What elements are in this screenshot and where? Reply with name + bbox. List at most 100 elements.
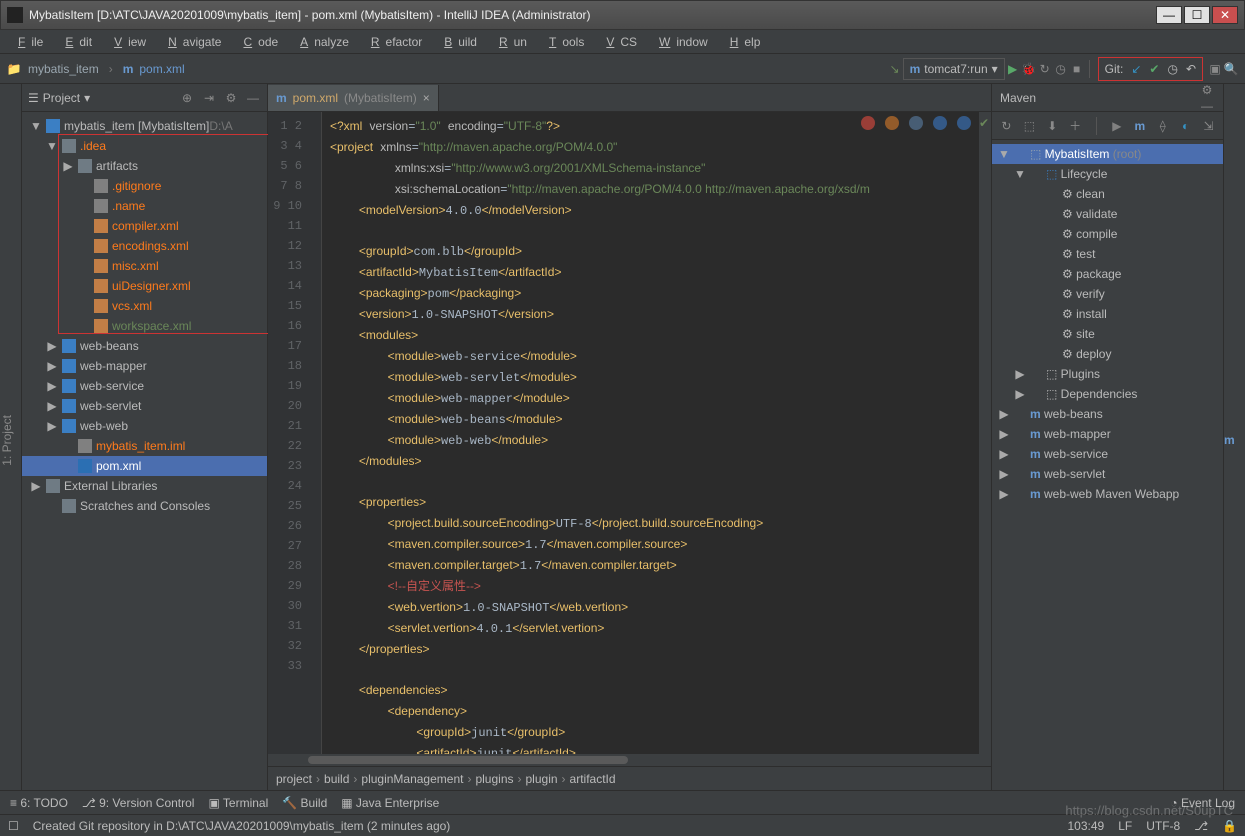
tree-node-vcs-xml[interactable]: vcs.xml	[22, 296, 267, 316]
gear-icon[interactable]: ⚙	[1199, 82, 1215, 98]
tree-node-web-web[interactable]: ▶web-web	[22, 416, 267, 436]
project-tree[interactable]: ▼mybatis_item [MybatisItem] D:\A▼.idea▶a…	[22, 112, 267, 790]
maven-node--span-style-color-699ad1-font-weight-bold-m-span-web-service[interactable]: ▶m web-service	[992, 444, 1223, 464]
event-log-tab[interactable]: ◔ Event Log	[1170, 796, 1235, 810]
build-icon[interactable]: ↘	[887, 61, 903, 77]
run-icon[interactable]: ▶	[1005, 61, 1021, 77]
tree-node-web-beans[interactable]: ▶web-beans	[22, 336, 267, 356]
chrome-icon[interactable]	[861, 116, 875, 130]
tree-node-web-service[interactable]: ▶web-service	[22, 376, 267, 396]
generate-icon[interactable]: ⬚	[1023, 118, 1036, 134]
menu-help[interactable]: Help	[718, 33, 767, 51]
project-structure-icon[interactable]: ▣	[1207, 61, 1223, 77]
toggle-icon[interactable]: ⟠	[1156, 118, 1169, 134]
maven-node--span-style-color-699ad1-font-weight-bold-m-span-web-mapper[interactable]: ▶m web-mapper	[992, 424, 1223, 444]
status-icon[interactable]: ☐	[8, 819, 19, 833]
edge-icon[interactable]	[957, 116, 971, 130]
line-separator[interactable]: LF	[1118, 819, 1132, 833]
maximize-button[interactable]: ☐	[1184, 6, 1210, 24]
build-tab[interactable]: 🔨 Build	[282, 796, 327, 810]
menu-view[interactable]: View	[102, 33, 152, 51]
horizontal-scrollbar[interactable]	[268, 754, 991, 766]
git-history-icon[interactable]: ◷	[1167, 62, 1177, 76]
stop-icon[interactable]: ■	[1069, 61, 1085, 77]
fold-gutter[interactable]	[308, 112, 322, 754]
maven-node--span-style-color-699ad1-font-weight-bold-m-span-web-servlet[interactable]: ▶m web-servlet	[992, 464, 1223, 484]
maven-node--compile[interactable]: ⚙ compile	[992, 224, 1223, 244]
caret-position[interactable]: 103:49	[1068, 819, 1105, 833]
menu-vcs[interactable]: VCS	[594, 33, 643, 51]
maven-node--test[interactable]: ⚙ test	[992, 244, 1223, 264]
maven-node--install[interactable]: ⚙ install	[992, 304, 1223, 324]
git-update-icon[interactable]: ↙	[1131, 62, 1141, 76]
menu-file[interactable]: File	[6, 33, 49, 51]
menu-tools[interactable]: Tools	[537, 33, 590, 51]
terminal-tab[interactable]: ▣ Terminal	[208, 796, 268, 810]
menu-code[interactable]: Code	[231, 33, 284, 51]
chevron-down-icon[interactable]: ▾	[84, 91, 90, 105]
maven-node--span-style-color-699ad1-font-weight-bold-m-span-web-beans[interactable]: ▶m web-beans	[992, 404, 1223, 424]
tree-node--name[interactable]: .name	[22, 196, 267, 216]
tree-node-web-mapper[interactable]: ▶web-mapper	[22, 356, 267, 376]
git-revert-icon[interactable]: ↶	[1186, 62, 1196, 76]
tree-node-mybatis-item[interactable]: ▼mybatis_item [MybatisItem] D:\A	[22, 116, 267, 136]
maven-node--dependencies[interactable]: ▶⬚ Dependencies	[992, 384, 1223, 404]
crumb-plugins[interactable]: plugins	[475, 772, 513, 786]
code-area[interactable]: 1 2 3 4 5 6 7 8 9 10 11 12 13 14 15 16 1…	[268, 112, 991, 754]
collapse-icon[interactable]: ⇥	[201, 90, 217, 106]
menu-build[interactable]: Build	[432, 33, 483, 51]
maven-node--validate[interactable]: ⚙ validate	[992, 204, 1223, 224]
add-icon[interactable]: ＋	[1069, 118, 1082, 134]
m-icon[interactable]: m	[1133, 118, 1146, 134]
tree-node--gitignore[interactable]: .gitignore	[22, 176, 267, 196]
menu-analyze[interactable]: Analyze	[288, 33, 355, 51]
coverage-icon[interactable]: ↻	[1037, 61, 1053, 77]
todo-tab[interactable]: ≡ 6: TODO	[10, 796, 68, 810]
crumb-project[interactable]: project	[276, 772, 312, 786]
close-button[interactable]: ✕	[1212, 6, 1238, 24]
run-icon[interactable]: ▶	[1110, 118, 1123, 134]
maven-node--span-style-color-9aa7b0-span-mybatisitem-span-style-color-888-root-span-[interactable]: ▼⬚ MybatisItem (root)	[992, 144, 1223, 164]
vcs-tab[interactable]: ⎇ 9: Version Control	[82, 796, 195, 810]
tree-node-pom-xml[interactable]: pom.xml	[22, 456, 267, 476]
crumb-pluginManagement[interactable]: pluginManagement	[361, 772, 463, 786]
firefox-icon[interactable]	[885, 116, 899, 130]
git-branch[interactable]: ⎇	[1194, 819, 1208, 833]
debug-icon[interactable]: 🐞	[1021, 61, 1037, 77]
code-content[interactable]: <?xml version="1.0" encoding="UTF-8"?> <…	[322, 112, 979, 754]
tree-node-uidesigner-xml[interactable]: uiDesigner.xml	[22, 276, 267, 296]
tree-node-encodings-xml[interactable]: encodings.xml	[22, 236, 267, 256]
profile-icon[interactable]: ◷	[1053, 61, 1069, 77]
download-icon[interactable]: ⬇	[1046, 118, 1059, 134]
ie-icon[interactable]	[933, 116, 947, 130]
tree-node-web-servlet[interactable]: ▶web-servlet	[22, 396, 267, 416]
gear-icon[interactable]: ⚙	[223, 90, 239, 106]
tree-node-misc-xml[interactable]: misc.xml	[22, 256, 267, 276]
menu-window[interactable]: Window	[647, 33, 714, 51]
menu-run[interactable]: Run	[487, 33, 533, 51]
run-config-selector[interactable]: m tomcat7:run ▾	[903, 58, 1005, 80]
java-ee-tab[interactable]: ▦ Java Enterprise	[341, 796, 439, 810]
maven-node--span-style-color-3b7fc4-span-lifecycle[interactable]: ▼⬚ Lifecycle	[992, 164, 1223, 184]
error-stripe[interactable]: ✔	[979, 112, 991, 754]
reimport-icon[interactable]: ↻	[1000, 118, 1013, 134]
maven-node--span-style-color-699ad1-font-weight-bold-m-span-web-web-maven-webapp[interactable]: ▶m web-web Maven Webapp	[992, 484, 1223, 504]
tree-node-mybatis-item-iml[interactable]: mybatis_item.iml	[22, 436, 267, 456]
maven-node--verify[interactable]: ⚙ verify	[992, 284, 1223, 304]
crumb-file[interactable]: pom.xml	[139, 62, 184, 76]
search-icon[interactable]: 🔍	[1223, 61, 1239, 77]
maven-node--plugins[interactable]: ▶⬚ Plugins	[992, 364, 1223, 384]
crumb-project[interactable]: mybatis_item	[28, 62, 99, 76]
crumb-plugin[interactable]: plugin	[526, 772, 558, 786]
locate-icon[interactable]: ⊕	[179, 90, 195, 106]
menu-navigate[interactable]: Navigate	[156, 33, 227, 51]
tab-pom[interactable]: m pom.xml (MybatisItem) ×	[268, 85, 439, 111]
tree-node-compiler-xml[interactable]: compiler.xml	[22, 216, 267, 236]
git-commit-icon[interactable]: ✔	[1149, 62, 1159, 76]
crumb-build[interactable]: build	[324, 772, 349, 786]
tree-node-scratches-and-consoles[interactable]: Scratches and Consoles	[22, 496, 267, 516]
minimize-button[interactable]: —	[1156, 6, 1182, 24]
offline-icon[interactable]: ◐	[1179, 118, 1192, 134]
safari-icon[interactable]	[909, 116, 923, 130]
tree-node-artifacts[interactable]: ▶artifacts	[22, 156, 267, 176]
